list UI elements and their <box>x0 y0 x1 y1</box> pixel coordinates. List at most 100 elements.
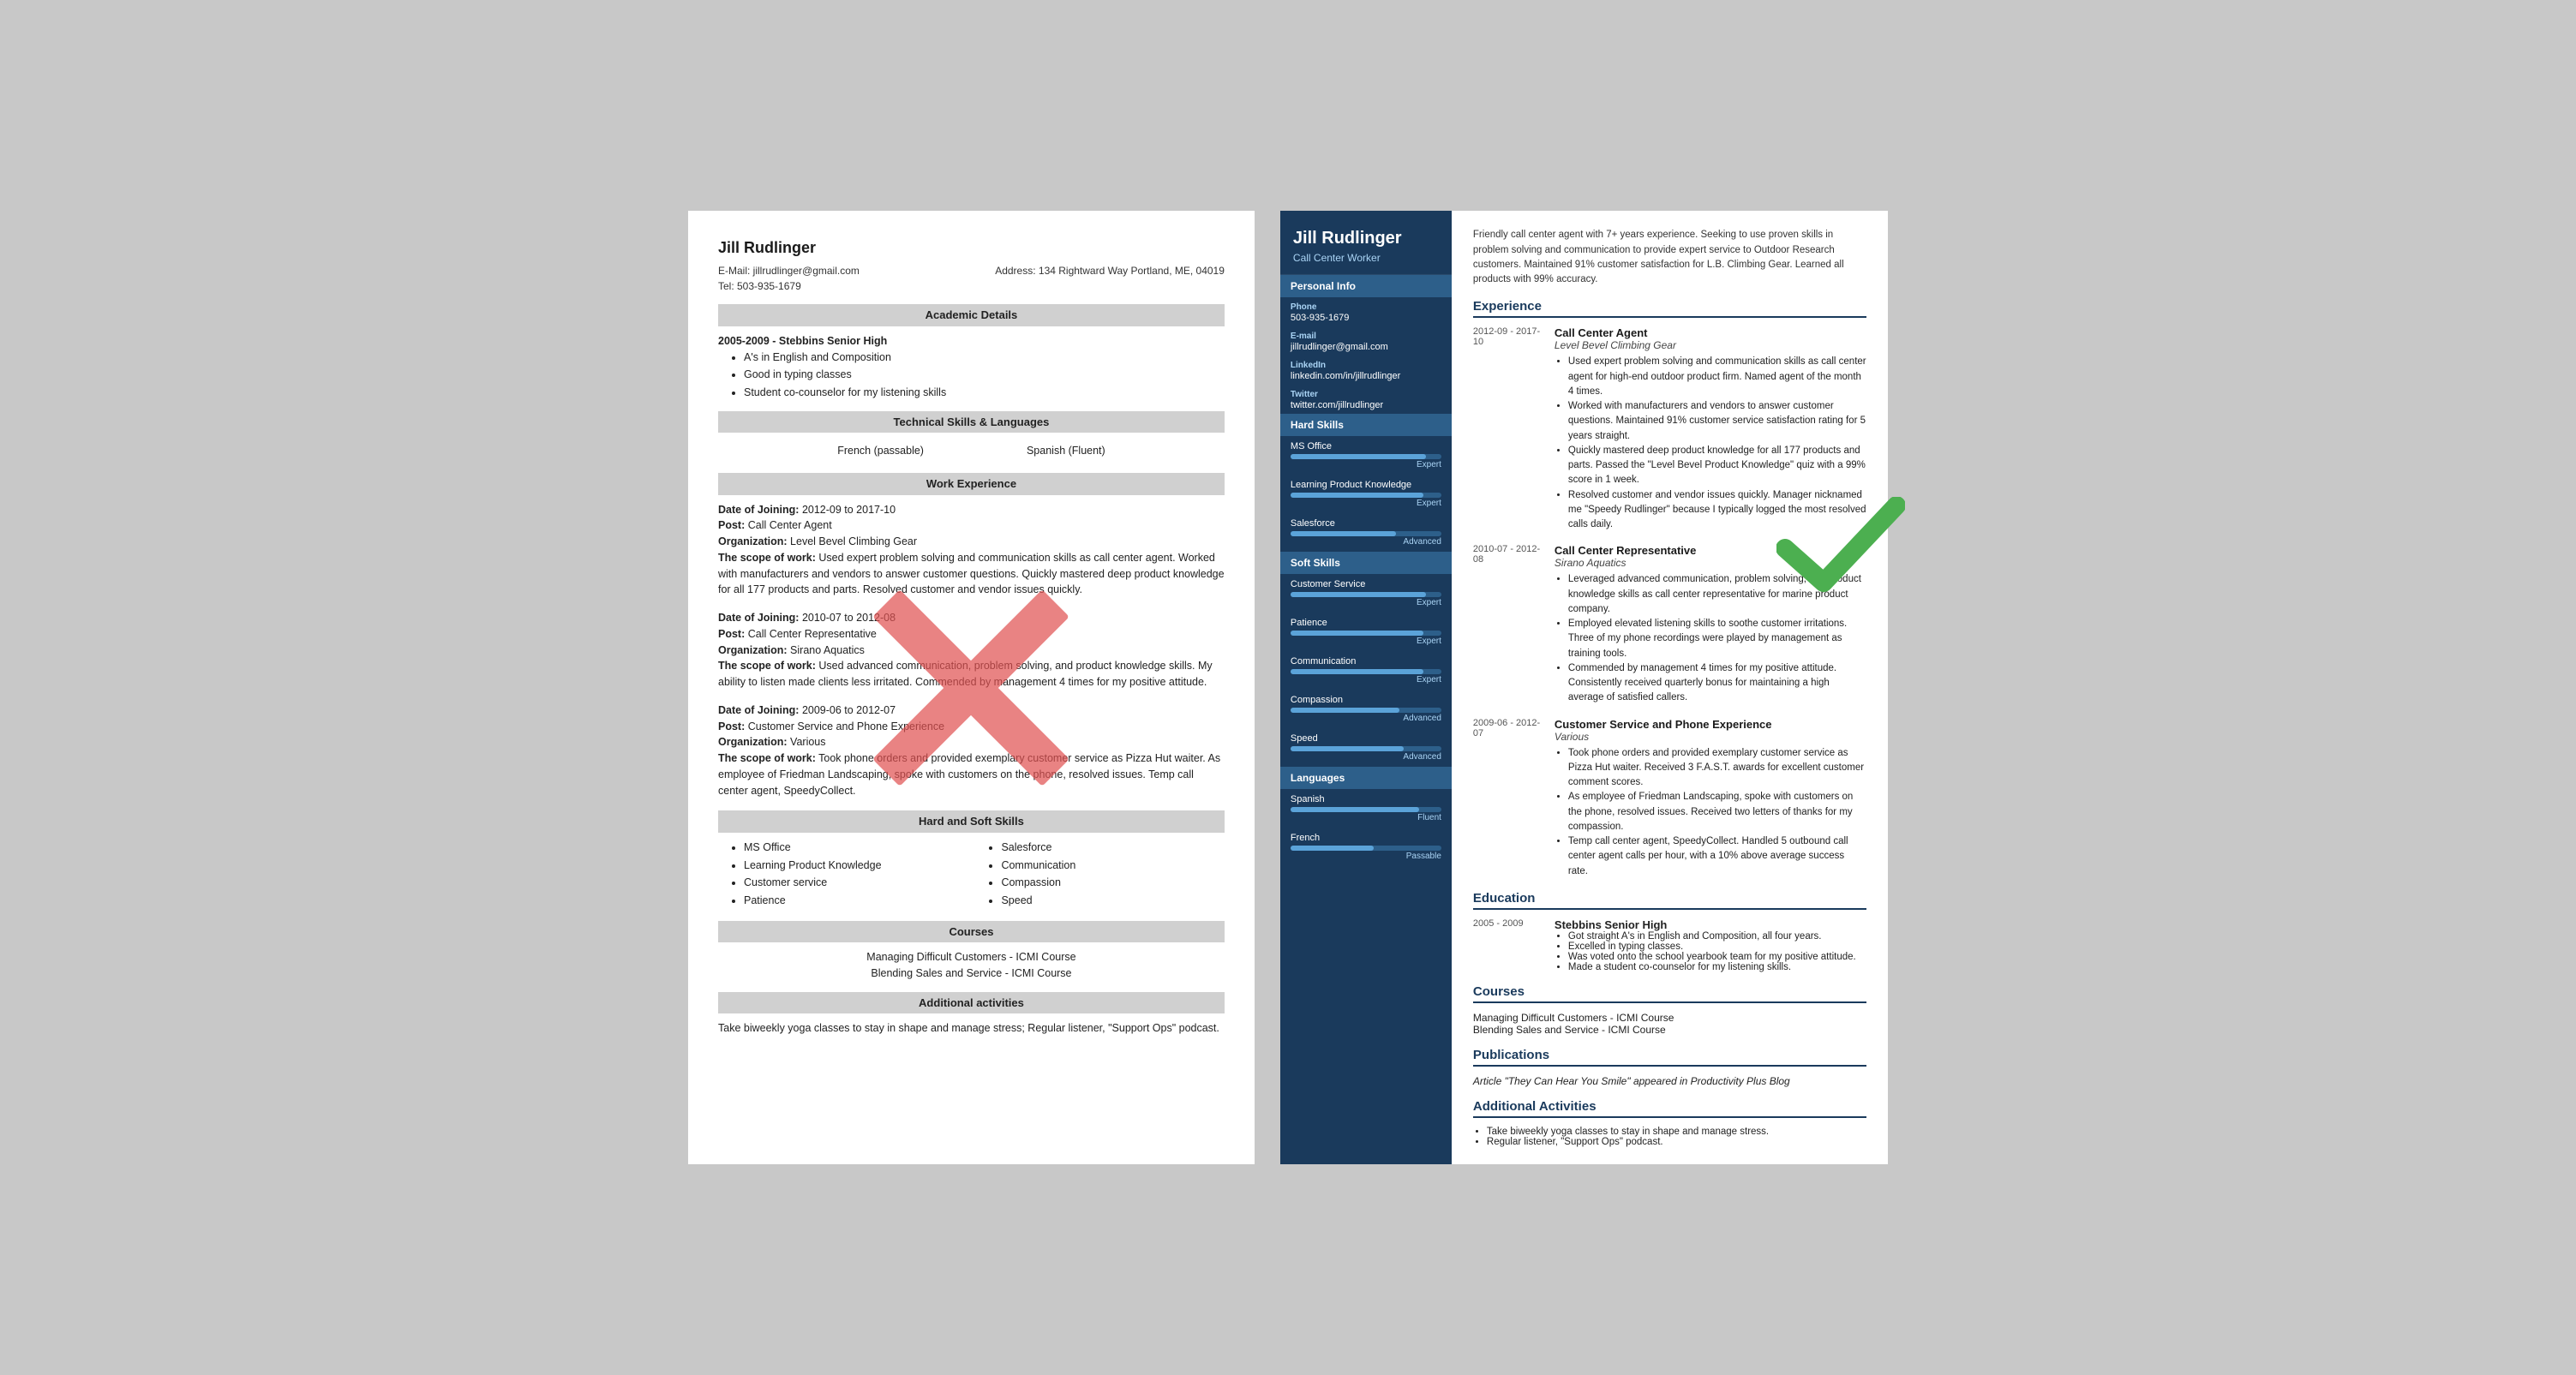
academic-bullet: Good in typing classes <box>744 367 1225 383</box>
contact-row: E-Mail: jillrudlinger@gmail.com Tel: 503… <box>718 263 1225 294</box>
activities-header: Additional activities <box>718 992 1225 1014</box>
add-activities: Take biweekly yoga classes to stay in sh… <box>1473 1127 1866 1147</box>
edu-bullets: Got straight A's in English and Composit… <box>1568 931 1866 972</box>
skill-item: Communication <box>1001 858 1224 874</box>
skill-level: Advanced <box>1291 537 1441 547</box>
email-item: E-mail jillrudlinger@gmail.com <box>1280 326 1452 356</box>
courses-header-right: Courses <box>1473 984 1866 1003</box>
lang-level: Fluent <box>1291 813 1441 822</box>
email-value: jillrudlinger@gmail.com <box>1291 342 1388 352</box>
skills-list: MS Office Learning Product Knowledge Cus… <box>744 840 1225 911</box>
skill-level: Expert <box>1291 598 1441 607</box>
skill-fill <box>1291 746 1404 751</box>
phone-label: Phone <box>1291 302 1441 312</box>
edu-dates: 2005 - 2009 <box>1473 918 1542 972</box>
exp-bullet: Commended by management 4 times for my p… <box>1568 661 1866 706</box>
skill-item: MS Office <box>744 840 967 856</box>
exp-body-1: Call Center Agent Level Bevel Climbing G… <box>1555 326 1866 532</box>
skill-fill <box>1291 454 1426 459</box>
skill-label: Salesforce <box>1291 518 1441 529</box>
soft-skills-header: Soft Skills <box>1280 552 1452 574</box>
phone-value: 503-935-1679 <box>1291 313 1350 323</box>
skill-lpk: Learning Product Knowledge Expert <box>1280 475 1452 513</box>
lang-level: Passable <box>1291 852 1441 861</box>
work-entry-2: Date of Joining: 2010-07 to 2012-08 Post… <box>718 610 1225 690</box>
edu-bullet: Excelled in typing classes. <box>1568 942 1866 952</box>
job-title-1: Call Center Agent <box>1555 326 1866 339</box>
exp-bullet: Resolved customer and vendor issues quic… <box>1568 488 1866 533</box>
edu-entry-1: 2005 - 2009 Stebbins Senior High Got str… <box>1473 918 1866 972</box>
skill-track <box>1291 531 1441 536</box>
skill-compassion: Compassion Advanced <box>1280 690 1452 728</box>
left-name: Jill Rudlinger <box>718 236 1225 260</box>
academic-header: Academic Details <box>718 304 1225 326</box>
skill-label: Communication <box>1291 656 1441 667</box>
skill-level: Expert <box>1291 675 1441 685</box>
main-container: Jill Rudlinger E-Mail: jillrudlinger@gma… <box>688 211 1888 1164</box>
exp-body-2: Call Center Representative Sirano Aquati… <box>1555 544 1866 705</box>
publications-header: Publications <box>1473 1048 1866 1067</box>
phone-item: Phone 503-935-1679 <box>1280 297 1452 326</box>
skill-item: Speed <box>1001 893 1224 909</box>
lang-french: French Passable <box>1280 828 1452 866</box>
skills-row: French (passable) Spanish (Fluent) <box>718 439 1225 463</box>
sidebar-title: Call Center Worker <box>1293 252 1439 264</box>
skill-level: Advanced <box>1291 752 1441 762</box>
exp-bullet: Employed elevated listening skills to so… <box>1568 617 1866 661</box>
company-3: Various <box>1555 731 1866 743</box>
experience-header: Experience <box>1473 299 1866 318</box>
academic-bullet: Student co-counselor for my listening sk… <box>744 385 1225 401</box>
add-activities-header: Additional Activities <box>1473 1099 1866 1118</box>
skill-item: Salesforce <box>1001 840 1224 856</box>
skill-track <box>1291 669 1441 674</box>
skill-level: Expert <box>1291 499 1441 508</box>
exp-bullet: Leveraged advanced communication, proble… <box>1568 572 1866 617</box>
skill-fill <box>1291 708 1399 713</box>
activity-bullet: Take biweekly yoga classes to stay in sh… <box>1487 1127 1866 1137</box>
courses-list: Managing Difficult Customers - ICMI Cour… <box>718 949 1225 982</box>
skill-salesforce: Salesforce Advanced <box>1280 513 1452 552</box>
linkedin-value: linkedin.com/in/jillrudlinger <box>1291 371 1400 381</box>
skill-label: Customer Service <box>1291 579 1441 589</box>
exp-bullet: Took phone orders and provided exemplary… <box>1568 746 1866 791</box>
skill-item: Patience <box>744 893 967 909</box>
work-entry-3: Date of Joining: 2009-06 to 2012-07 Post… <box>718 702 1225 799</box>
edu-bullet: Got straight A's in English and Composit… <box>1568 931 1866 942</box>
resume-right: Jill Rudlinger Call Center Worker Person… <box>1280 211 1888 1164</box>
skill-item: Compassion <box>1001 875 1224 891</box>
skill-label: MS Office <box>1291 441 1441 451</box>
right-content: Friendly call center agent with 7+ years… <box>1452 211 1888 1164</box>
work-header: Work Experience <box>718 473 1225 495</box>
publications-text: Article "They Can Hear You Smile" appear… <box>1473 1075 1866 1087</box>
company-1: Level Bevel Climbing Gear <box>1555 339 1866 351</box>
address: Address: 134 Rightward Way Portland, ME,… <box>995 263 1225 294</box>
lang-fill <box>1291 846 1374 851</box>
skill-fill <box>1291 493 1423 498</box>
phone: Tel: 503-935-1679 <box>718 278 860 294</box>
lang-track <box>1291 846 1441 851</box>
courses-header: Courses <box>718 921 1225 943</box>
skill-ms-office: MS Office Expert <box>1280 436 1452 475</box>
skill-fill <box>1291 669 1423 674</box>
job-title-2: Call Center Representative <box>1555 544 1866 557</box>
exp-bullet: Used expert problem solving and communic… <box>1568 355 1866 399</box>
skill-track <box>1291 746 1441 751</box>
linkedin-label: LinkedIn <box>1291 361 1441 370</box>
education-header: Education <box>1473 891 1866 910</box>
exp-dates-1: 2012-09 - 2017-10 <box>1473 326 1542 532</box>
sidebar: Jill Rudlinger Call Center Worker Person… <box>1280 211 1452 1164</box>
languages-header: Languages <box>1280 767 1452 789</box>
skill-level: Expert <box>1291 637 1441 646</box>
skill-item: Learning Product Knowledge <box>744 858 967 874</box>
lang-label: French <box>1291 833 1441 843</box>
exp-bullets-2: Leveraged advanced communication, proble… <box>1568 572 1866 705</box>
personal-info-header: Personal Info <box>1280 275 1452 297</box>
lang-track <box>1291 807 1441 812</box>
email-label: E-mail <box>1291 332 1441 341</box>
skill-level: Advanced <box>1291 714 1441 723</box>
academic-bullet: A's in English and Composition <box>744 350 1225 366</box>
exp-dates-2: 2010-07 - 2012-08 <box>1473 544 1542 705</box>
skill-track <box>1291 708 1441 713</box>
exp-entry-3: 2009-06 - 2012-07 Customer Service and P… <box>1473 718 1866 879</box>
resume-left: Jill Rudlinger E-Mail: jillrudlinger@gma… <box>688 211 1255 1164</box>
